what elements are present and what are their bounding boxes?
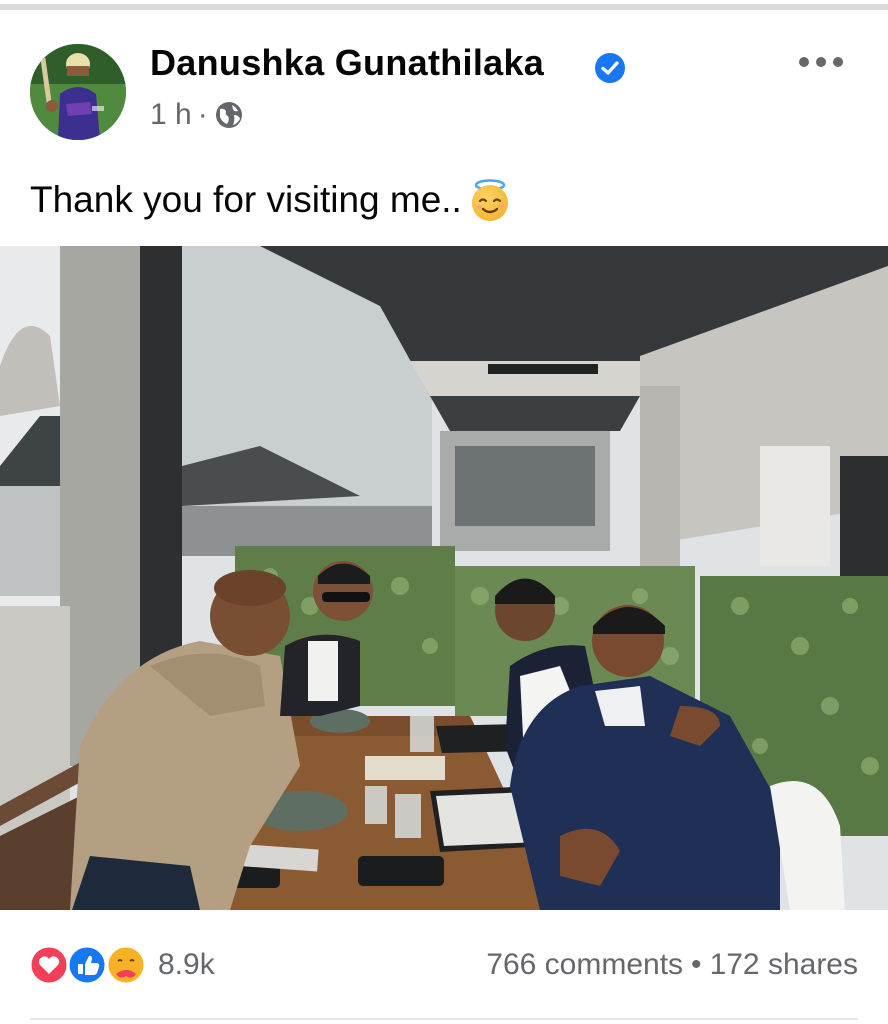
reaction-count[interactable]: 8.9k (158, 948, 215, 982)
care-reaction-icon (105, 944, 147, 986)
like-reaction-icon (66, 944, 108, 986)
post-header: Danushka Gunathilaka 1 h · (0, 38, 888, 142)
reaction-icons[interactable] (28, 944, 152, 986)
meta-separator: · (197, 98, 208, 131)
more-options-icon[interactable] (798, 56, 844, 68)
author-name[interactable]: Danushka Gunathilaka (150, 42, 544, 84)
post-footer: 8.9k 766 comments • 172 shares (0, 940, 888, 990)
post-meta: 1 h · (150, 98, 244, 132)
shares-count[interactable]: 172 shares (710, 948, 858, 981)
top-divider (0, 0, 888, 10)
love-reaction-icon (28, 944, 70, 986)
caption-text: Thank you for visiting me.. (30, 179, 462, 220)
comments-count[interactable]: 766 comments (486, 948, 683, 981)
globe-icon[interactable] (214, 100, 244, 130)
author-avatar[interactable] (30, 44, 126, 140)
bottom-divider (30, 1018, 858, 1020)
post-stats: 766 comments • 172 shares (486, 948, 858, 982)
verified-badge-icon (595, 53, 625, 83)
post-caption: Thank you for visiting me.. (30, 176, 514, 224)
smiling-face-with-halo-emoji (471, 179, 508, 221)
post-time[interactable]: 1 h (150, 98, 192, 132)
post-photo[interactable] (0, 246, 888, 910)
stats-separator: • (691, 948, 702, 981)
